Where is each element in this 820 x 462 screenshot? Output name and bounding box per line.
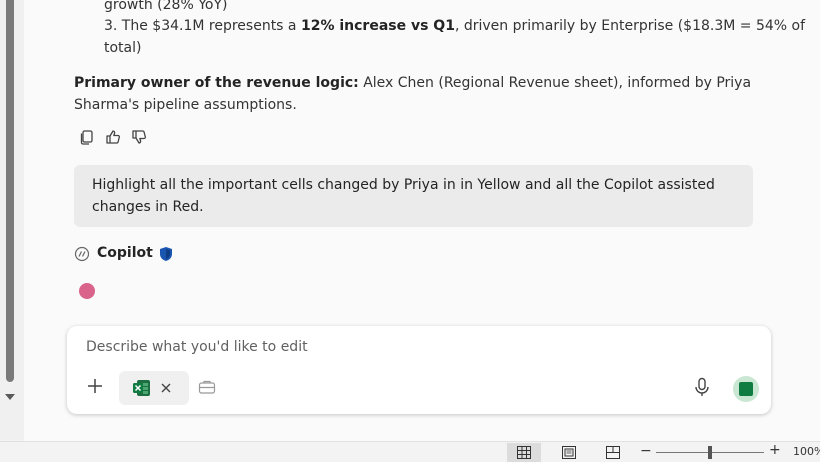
page-layout-view-icon bbox=[562, 446, 576, 459]
stop-icon bbox=[739, 382, 753, 396]
user-message-line: Highlight all the important cells change… bbox=[92, 177, 715, 193]
scrollbar-thumb[interactable] bbox=[6, 0, 14, 382]
response-line: growth (28% YoY) bbox=[104, 0, 228, 13]
stop-button[interactable] bbox=[733, 376, 759, 402]
shield-icon bbox=[160, 247, 172, 261]
vertical-scrollbar[interactable] bbox=[0, 0, 25, 440]
zoom-out-button[interactable]: − bbox=[640, 443, 652, 459]
scroll-down-arrow-icon[interactable] bbox=[5, 394, 15, 400]
zoom-slider-thumb[interactable] bbox=[708, 446, 712, 459]
page-break-view-icon bbox=[606, 446, 620, 459]
prompt-composer[interactable]: Describe what you'd like to edit bbox=[67, 326, 771, 414]
response-text: 3. The $34.1M represents a bbox=[104, 18, 301, 34]
normal-view-button[interactable] bbox=[507, 443, 541, 462]
response-bold-text: 12% increase vs Q1 bbox=[300, 18, 455, 34]
excel-icon bbox=[133, 380, 150, 396]
status-bar: − + 100% bbox=[0, 441, 820, 462]
response-item-3: 3. The $34.1M represents a 12% increase … bbox=[104, 16, 805, 37]
page-layout-view-button[interactable] bbox=[552, 443, 586, 462]
thumbs-down-icon[interactable] bbox=[130, 128, 148, 146]
user-message-bubble: Highlight all the important cells change… bbox=[74, 165, 753, 227]
copilot-logo-icon bbox=[74, 246, 90, 262]
normal-view-icon bbox=[517, 446, 531, 459]
plus-icon[interactable] bbox=[85, 376, 105, 396]
attachment-chip[interactable] bbox=[119, 371, 189, 405]
copilot-chat-pane: growth (28% YoY) 3. The $34.1M represent… bbox=[24, 0, 820, 441]
copy-icon[interactable] bbox=[78, 128, 96, 146]
user-message-line: changes in Red. bbox=[92, 199, 204, 215]
loading-indicator bbox=[79, 283, 95, 299]
owner-label: Primary owner of the revenue logic: bbox=[74, 75, 359, 91]
close-icon[interactable] bbox=[157, 379, 175, 397]
briefcase-icon[interactable] bbox=[198, 379, 216, 395]
copilot-name: Copilot bbox=[97, 245, 153, 261]
response-line: Sharma's pipeline assumptions. bbox=[74, 97, 297, 113]
zoom-in-button[interactable]: + bbox=[769, 442, 781, 458]
thumbs-up-icon[interactable] bbox=[104, 128, 122, 146]
zoom-level[interactable]: 100% bbox=[793, 445, 820, 458]
page-break-view-button[interactable] bbox=[596, 443, 630, 462]
prompt-input[interactable]: Describe what you'd like to edit bbox=[86, 339, 308, 355]
microphone-icon[interactable] bbox=[693, 377, 711, 397]
response-line: total) bbox=[104, 40, 142, 56]
response-owner: Primary owner of the revenue logic: Alex… bbox=[74, 73, 751, 94]
response-text: , driven primarily by Enterprise ($18.3M… bbox=[454, 18, 806, 34]
owner-text: Alex Chen (Regional Revenue sheet), info… bbox=[358, 75, 752, 91]
